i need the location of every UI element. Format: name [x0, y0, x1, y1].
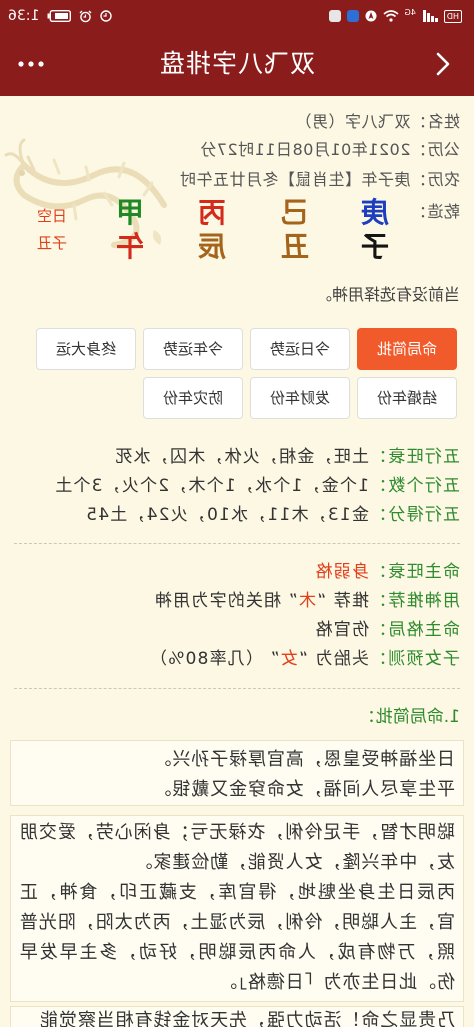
- alarm-icon: [79, 10, 92, 22]
- children-prefix: 头胎为 “: [297, 649, 369, 669]
- month-pillar: 己 丑: [277, 196, 313, 264]
- info-name-label: 姓名：: [410, 112, 460, 131]
- strength-row: 命主旺衰：身弱格: [10, 558, 460, 587]
- children-row: 子女预测：头胎为 “女” （几率80%）: [10, 645, 460, 674]
- feature-button-grid: 命局简批 今日运势 今年运势 终身大运 结婚年份 发财年份 防灾年份: [29, 328, 457, 426]
- status-right-group: 1:36: [8, 8, 113, 24]
- mingzhu-section: 命主旺衰：身弱格 用神推荐：推荐 “木” 相关的字为用神 命主格局：伤官格 子女…: [10, 558, 460, 674]
- info-lunar-row: 农历：庚子年【生肖鼠】冬月廿五午时: [179, 168, 460, 192]
- yongshen-suffix: ” 相关的字为用神: [153, 591, 298, 611]
- status-left-group: HD 4G: [328, 8, 462, 24]
- yongshen-prefix: 推荐 “: [315, 591, 369, 611]
- chart-summary-button[interactable]: 命局简批: [357, 328, 457, 370]
- yongshen-row: 用神推荐：推荐 “木” 相关的字为用神: [10, 587, 460, 616]
- analysis-paragraph: 聪明才智，手足伶俐，衣禄无亏；身闲心劳，爱交朋友，中年兴隆，女人贤能，勤俭建家。: [19, 822, 455, 873]
- analysis-poem-box: 日坐福神受皇恩，高官厚禄子孙兴。 平生享尽人间福，女命穿金又戴银。: [10, 740, 464, 806]
- app-alert-icon: [328, 10, 341, 22]
- analysis-text-box: 聪明才智，手足伶俐，衣禄无亏；身闲心劳，爱交朋友，中年兴隆，女人贤能，勤俭建家。…: [10, 815, 464, 1002]
- chevron-left-icon[interactable]: [428, 50, 456, 78]
- hour-branch: 午: [116, 230, 145, 263]
- info-name-value: 双飞八字（男）: [294, 112, 411, 131]
- app-screen: HD 4G 1:36 双飞八字排盘 姓名：双飞八字（男） 公历：2021年01月…: [0, 0, 474, 1027]
- dragon-watermark-icon: [4, 138, 167, 248]
- disaster-year-button[interactable]: 防灾年份: [143, 377, 243, 419]
- analysis-paragraph: 乃贵显之命！活动力强，先天对金钱有相当察觉能: [39, 1010, 455, 1027]
- info-solar-value: 2021年01月08日11时27分: [199, 140, 411, 159]
- yongshen-label: 用神推荐：: [369, 591, 460, 611]
- month-stem: 己: [281, 196, 310, 229]
- more-dots-icon[interactable]: [16, 54, 46, 74]
- pillars-label: 乾造：: [410, 202, 460, 221]
- year-fortune-button[interactable]: 今年运势: [143, 328, 243, 370]
- poem-line: 平生享尽人间福，女命穿金又戴银。: [152, 779, 455, 800]
- wuxing-count-label: 五行个数：: [369, 476, 460, 496]
- network-type: 4G: [404, 8, 416, 17]
- wuxing-score-label: 五行得分：: [369, 505, 460, 525]
- info-name-row: 姓名：双飞八字（男）: [295, 110, 460, 134]
- hour-pillar: 甲 午: [112, 196, 148, 264]
- page-title: 双飞八字排盘: [159, 49, 316, 78]
- info-solar-row: 公历：2021年01月08日11时27分: [200, 138, 460, 162]
- day-pillar: 丙 辰: [194, 196, 230, 264]
- yongshen-highlight: 木: [297, 591, 316, 611]
- wuxing-strength-value: 土旺，金相，火休，木囚，水死: [114, 447, 369, 467]
- wifi-icon: [382, 10, 399, 22]
- day-stem: 丙: [198, 196, 227, 229]
- section-divider: [14, 543, 460, 544]
- analysis-paragraph: 丙辰日生身坐魁地，得官库，支藏正印，食神，正官，主人聪明，伶俐，辰为湿土，丙为太…: [19, 882, 455, 993]
- info-lunar-label: 农历：: [410, 170, 460, 189]
- signal-icon: [422, 10, 438, 22]
- month-branch: 丑: [281, 230, 310, 263]
- poem-line: 日坐福神受皇恩，高官厚禄子孙兴。: [152, 749, 455, 770]
- wealth-year-button[interactable]: 发财年份: [250, 377, 350, 419]
- year-branch: 子: [361, 230, 390, 263]
- wuxing-score-row: 五行得分：金13，木11，水10，火24，土45: [10, 501, 460, 530]
- hour-stem: 甲: [116, 196, 145, 229]
- wuxing-section: 五行旺衰：土旺，金相，火休，木囚，水死 五行个数：1个金，1个水，1个木，2个火…: [10, 443, 460, 530]
- geju-row: 命主格局：伤官格: [10, 616, 460, 645]
- void-label: 日空: [37, 207, 68, 225]
- analysis-continued-box: 乃贵显之命！活动力强，先天对金钱有相当察觉能: [10, 1006, 464, 1027]
- info-solar-label: 公历：: [410, 140, 460, 159]
- marriage-year-button[interactable]: 结婚年份: [357, 377, 457, 419]
- wuxing-count-row: 五行个数：1个金，1个水，1个木，2个火，3个土: [10, 472, 460, 501]
- clock-icon: [100, 10, 113, 22]
- strength-label: 命主旺衰：: [369, 562, 460, 582]
- lifetime-luck-button[interactable]: 终身大运: [36, 328, 136, 370]
- info-lunar-value: 庚子年【生肖鼠】冬月廿五午时: [179, 170, 411, 189]
- void-value: 子丑: [37, 234, 68, 252]
- children-label: 子女预测：: [369, 649, 460, 669]
- year-pillar: 庚 子: [357, 196, 393, 264]
- battery-icon: [47, 10, 72, 22]
- wuxing-strength-label: 五行旺衰：: [369, 447, 460, 467]
- geju-label: 命主格局：: [369, 620, 460, 640]
- status-time: 1:36: [8, 8, 40, 24]
- day-branch: 辰: [198, 230, 227, 263]
- geju-value: 伤官格: [314, 620, 369, 640]
- wuxing-score-value: 金13，木11，水10，火24，土45: [85, 505, 369, 525]
- today-fortune-button[interactable]: 今日运势: [250, 328, 350, 370]
- section-divider: [14, 688, 460, 689]
- status-bar: HD 4G 1:36: [0, 0, 474, 32]
- children-suffix: ” （几率80%）: [148, 649, 280, 669]
- app-header: 双飞八字排盘: [0, 32, 474, 96]
- strength-value: 身弱格: [314, 562, 369, 582]
- app-notification-icon: [346, 10, 359, 22]
- analysis-title: 1.命局简批：: [358, 707, 460, 727]
- navigation-icon: [365, 10, 377, 22]
- wuxing-count-value: 1个金，1个水，1个木，2个火，3个土: [54, 476, 369, 496]
- children-highlight: 女: [279, 649, 298, 669]
- hd-badge: HD: [443, 9, 462, 23]
- year-stem: 庚: [361, 196, 390, 229]
- yongshen-notice: 当前没有选择用神。: [315, 285, 460, 304]
- wuxing-strength-row: 五行旺衰：土旺，金相，火休，木囚，水死: [10, 443, 460, 472]
